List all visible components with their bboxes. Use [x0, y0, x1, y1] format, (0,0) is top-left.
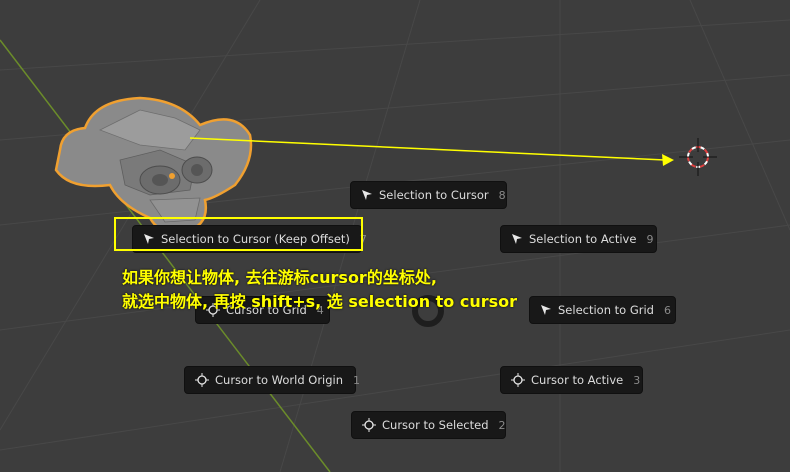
pie-item-label: Cursor to Active [531, 373, 624, 387]
pie-item-key: 2 [498, 418, 506, 432]
annotation-text-line-1: 如果你想让物体, 去往游标cursor的坐标处, [122, 268, 437, 287]
annotation-text-line-2: 就选中物体, 再按 shift+s, 选 selection to cursor [122, 292, 518, 311]
pie-item-cursor-to-world-origin[interactable]: Cursor to World Origin 1 [184, 366, 360, 394]
3d-cursor-icon[interactable] [679, 138, 717, 176]
3d-cursor-icon [195, 372, 209, 388]
3d-cursor-icon [511, 372, 525, 388]
pie-item-label: Selection to Grid [558, 303, 654, 317]
pie-item-selection-to-active[interactable]: Selection to Active 9 [500, 225, 657, 253]
suzanne-monkey-mesh[interactable] [54, 96, 253, 234]
pie-item-label: Selection to Active [529, 232, 637, 246]
annotation-arrow-head [662, 154, 674, 166]
cursor-arrow-icon [540, 302, 552, 318]
pie-item-cursor-to-active[interactable]: Cursor to Active 3 [500, 366, 643, 394]
cursor-arrow-icon [511, 231, 523, 247]
3d-cursor-icon [362, 417, 376, 433]
pie-item-label: Cursor to Selected [382, 418, 489, 432]
pie-item-key: 3 [633, 373, 641, 387]
annotation-arrow-line [189, 137, 666, 161]
pie-item-cursor-to-selected[interactable]: Cursor to Selected 2 [351, 411, 506, 439]
pie-item-key: 8 [498, 188, 506, 202]
pie-item-key: 1 [353, 373, 361, 387]
pie-item-label: Cursor to World Origin [215, 373, 344, 387]
cursor-arrow-icon [361, 187, 373, 203]
pie-item-label: Selection to Cursor [379, 188, 489, 202]
pie-item-key: 9 [646, 232, 654, 246]
pie-item-selection-to-grid[interactable]: Selection to Grid 6 [529, 296, 676, 324]
annotation-highlight-box [114, 217, 363, 251]
pie-item-key: 6 [664, 303, 671, 317]
pie-item-selection-to-cursor[interactable]: Selection to Cursor 8 [350, 181, 507, 209]
